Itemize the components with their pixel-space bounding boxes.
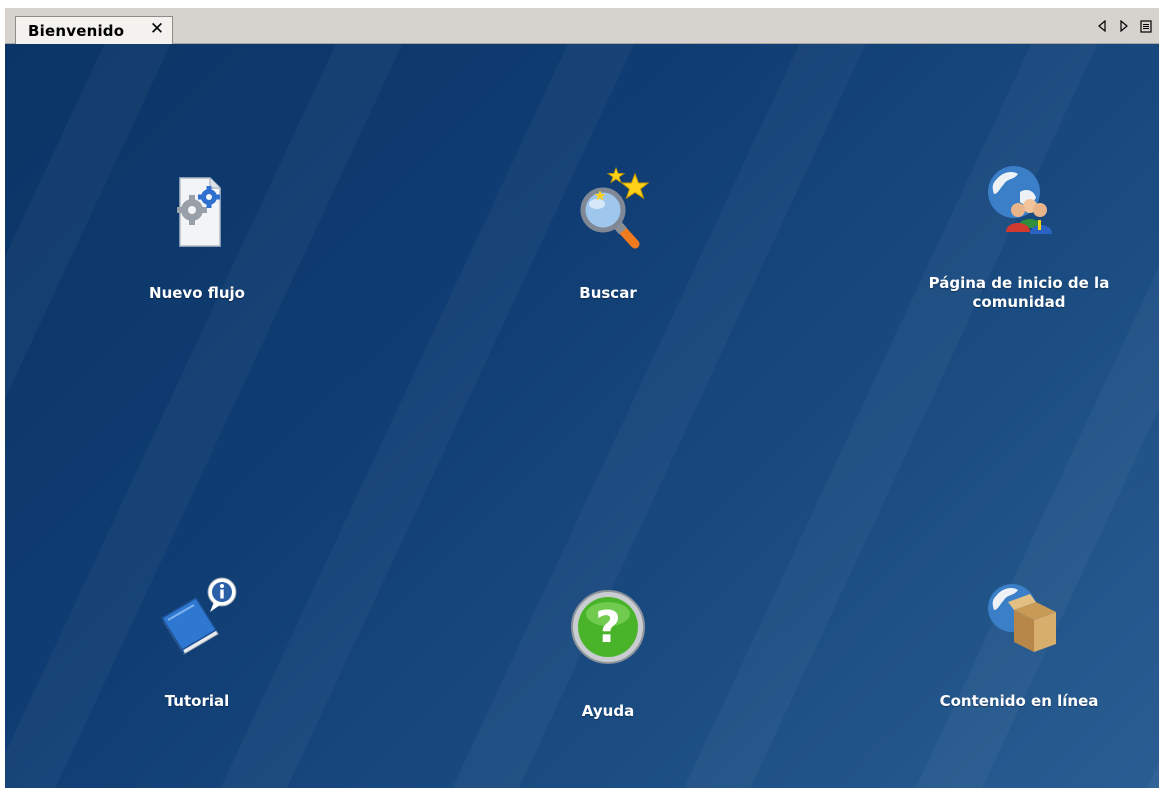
tile-label-help: Ayuda — [581, 702, 635, 720]
tab-list-icon[interactable] — [1139, 18, 1153, 34]
close-icon[interactable]: ✕ — [148, 19, 166, 39]
tile-label-new-flow: Nuevo flujo — [149, 284, 245, 302]
community-home-icon — [988, 166, 1052, 234]
tile-community-home[interactable]: Página de inicio de la comunidad — [889, 154, 1149, 312]
tile-new-flow[interactable]: Nuevo flujo — [67, 164, 327, 303]
tile-online-content[interactable]: Contenido en línea — [889, 572, 1149, 711]
help-icon: ? — [571, 590, 645, 664]
tab-bienvenido[interactable]: Bienvenido ✕ — [15, 16, 173, 44]
scroll-right-icon[interactable] — [1117, 18, 1131, 34]
welcome-panel: Nuevo flujo Buscar Página de inicio de l… — [5, 44, 1159, 788]
scroll-left-icon[interactable] — [1095, 18, 1109, 34]
tile-label-online-content: Contenido en línea — [939, 692, 1099, 710]
tile-label-search: Buscar — [579, 284, 637, 302]
tab-label: Bienvenido — [28, 21, 125, 40]
tutorial-icon — [160, 577, 237, 655]
online-content-icon — [988, 584, 1056, 652]
tab-controls — [1095, 18, 1153, 34]
tile-label-community-home: Página de inicio de la comunidad — [928, 274, 1110, 311]
tile-tutorial[interactable]: Tutorial — [67, 572, 327, 711]
search-icon — [580, 166, 650, 249]
svg-text:?: ? — [595, 602, 621, 653]
welcome-window: Bienvenido ✕ Nuevo flujo Buscar Página d… — [5, 8, 1159, 788]
new-flow-icon — [177, 177, 221, 247]
tile-search[interactable]: Buscar — [478, 164, 738, 303]
tile-label-tutorial: Tutorial — [164, 692, 230, 710]
tab-bar: Bienvenido ✕ — [5, 8, 1159, 44]
tile-help[interactable]: ? Ayuda — [478, 582, 738, 721]
